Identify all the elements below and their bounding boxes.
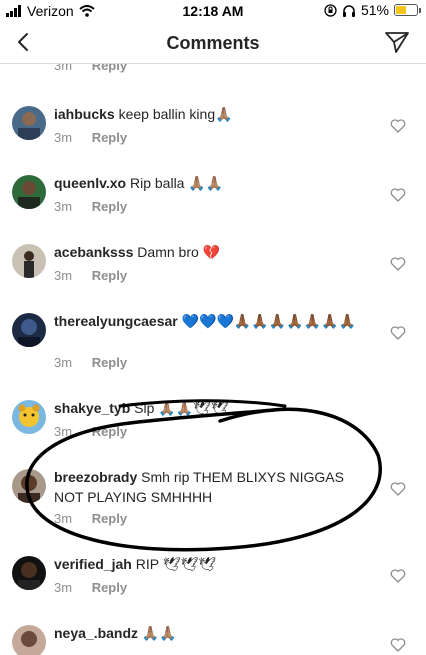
comment-time: 3m bbox=[54, 355, 73, 370]
comment-meta: 3m Reply bbox=[54, 355, 127, 370]
comment-time: 3m bbox=[54, 424, 73, 439]
comment-time: 3m bbox=[54, 199, 73, 214]
comment-username[interactable]: shakye_tyb bbox=[54, 400, 130, 416]
status-bar: Verizon 12:18 AM 51% bbox=[0, 0, 426, 22]
page-title: Comments bbox=[166, 33, 260, 53]
comment-body: Damn bro 💔 bbox=[137, 244, 221, 260]
comment-meta: 3m Reply bbox=[54, 580, 127, 595]
comment-text: queenlv.xo Rip balla 🙏🏽🙏🏽 bbox=[54, 173, 374, 193]
comment-text: verified_jah RIP 🕊🕊🕊 bbox=[54, 554, 374, 574]
heart-icon[interactable] bbox=[390, 637, 406, 653]
comment-text: neya_.bandz 🙏🏽🙏🏽 bbox=[54, 623, 374, 643]
comment-body: 🙏🏽🙏🏽 bbox=[141, 625, 177, 641]
nav-bar: Comments bbox=[0, 22, 426, 64]
heart-icon[interactable] bbox=[390, 118, 406, 134]
heart-icon[interactable] bbox=[390, 256, 406, 272]
comment-meta: 3m Reply bbox=[54, 130, 127, 145]
comment-username[interactable]: queenlv.xo bbox=[54, 175, 126, 191]
comment-username[interactable]: verified_jah bbox=[54, 556, 132, 572]
reply-button[interactable]: Reply bbox=[92, 355, 127, 370]
comment-body: 💙💙💙🙏🏾🙏🏾🙏🏾🙏🏾🙏🏾🙏🏾🙏🏾 bbox=[181, 313, 356, 329]
avatar[interactable] bbox=[12, 469, 46, 503]
reply-button[interactable]: Reply bbox=[92, 424, 127, 439]
headphones-icon bbox=[342, 4, 355, 17]
comment-text: shakye_tyb Slp 🙏🏽🙏🏽🕊🕊 bbox=[54, 398, 374, 418]
comment-meta: 3m Reply bbox=[54, 424, 127, 439]
avatar[interactable] bbox=[12, 556, 46, 590]
comment-body: RIP 🕊🕊🕊 bbox=[135, 556, 217, 572]
avatar[interactable] bbox=[12, 313, 46, 347]
comment-meta: 3m Reply bbox=[54, 511, 127, 526]
comment-body: Rip balla 🙏🏽🙏🏽 bbox=[129, 175, 224, 191]
reply-button[interactable]: Reply bbox=[92, 199, 127, 214]
comment-time: 3m bbox=[54, 268, 73, 283]
partial-comment-meta: 3m Reply bbox=[54, 64, 127, 73]
comment-body: Slp 🙏🏽🙏🏽🕊🕊 bbox=[134, 400, 229, 416]
comment-text: acebanksss Damn bro 💔 bbox=[54, 242, 374, 262]
comment-time: 3m bbox=[54, 511, 73, 526]
comment-time: 3m bbox=[54, 64, 73, 73]
reply-button[interactable]: Reply bbox=[92, 64, 127, 73]
comment-text: breezobrady Smh rip THEM BLIXYS NIGGAS N… bbox=[54, 467, 374, 507]
battery-icon bbox=[394, 4, 421, 16]
comment-username[interactable]: acebanksss bbox=[54, 244, 133, 260]
comment-meta: 3m Reply bbox=[54, 268, 127, 283]
comment-username[interactable]: therealyungcaesar bbox=[54, 313, 178, 329]
comment-username[interactable]: breezobrady bbox=[54, 469, 137, 485]
heart-icon[interactable] bbox=[390, 325, 406, 341]
avatar[interactable] bbox=[12, 244, 46, 278]
comment-body: keep ballin king🙏🏽 bbox=[118, 106, 233, 122]
comment-time: 3m bbox=[54, 580, 73, 595]
comment-username[interactable]: iahbucks bbox=[54, 106, 115, 122]
avatar[interactable] bbox=[12, 625, 46, 655]
heart-icon[interactable] bbox=[390, 187, 406, 203]
reply-button[interactable]: Reply bbox=[92, 511, 127, 526]
avatar[interactable] bbox=[12, 106, 46, 140]
comments-list[interactable]: 3m Reply iahbucks keep ballin king🙏🏽 3m … bbox=[0, 64, 426, 655]
battery-fill bbox=[396, 6, 407, 14]
comment-text: iahbucks keep ballin king🙏🏽 bbox=[54, 104, 374, 124]
direct-send-icon[interactable] bbox=[384, 29, 410, 55]
status-right-group: 51% bbox=[324, 2, 421, 18]
comment-text: therealyungcaesar 💙💙💙🙏🏾🙏🏾🙏🏾🙏🏾🙏🏾🙏🏾🙏🏾 bbox=[54, 311, 374, 331]
reply-button[interactable]: Reply bbox=[92, 268, 127, 283]
reply-button[interactable]: Reply bbox=[92, 580, 127, 595]
comment-meta: 3m Reply bbox=[54, 199, 127, 214]
reply-button[interactable]: Reply bbox=[92, 130, 127, 145]
orientation-lock-icon bbox=[324, 3, 337, 17]
battery-percent: 51% bbox=[360, 2, 389, 18]
avatar[interactable] bbox=[12, 175, 46, 209]
heart-icon[interactable] bbox=[390, 568, 406, 584]
heart-icon[interactable] bbox=[390, 481, 406, 497]
comment-time: 3m bbox=[54, 130, 73, 145]
comment-username[interactable]: neya_.bandz bbox=[54, 625, 138, 641]
avatar[interactable] bbox=[12, 400, 46, 434]
